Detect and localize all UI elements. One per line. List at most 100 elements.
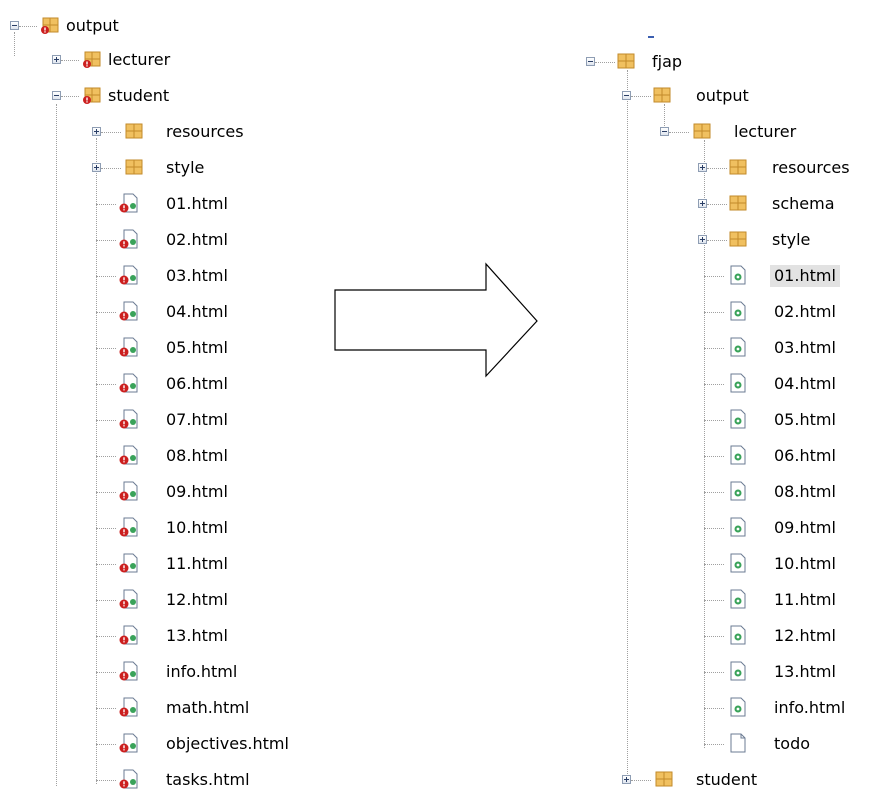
expand-expander-icon[interactable] bbox=[698, 235, 707, 244]
right-file-row-todo[interactable]: todo bbox=[704, 732, 814, 756]
file-label: 10.html bbox=[774, 554, 836, 573]
left-file-row[interactable]: 07.html bbox=[96, 408, 232, 432]
file-label: 05.html bbox=[166, 338, 228, 357]
expand-expander-icon[interactable] bbox=[698, 199, 707, 208]
right-file-row[interactable]: 11.html bbox=[704, 588, 840, 612]
html-file-error-icon bbox=[119, 301, 138, 321]
right-file-row[interactable]: 12.html bbox=[704, 624, 840, 648]
left-file-row[interactable]: objectives.html bbox=[96, 732, 293, 756]
file-label: 08.html bbox=[166, 446, 228, 465]
file-label: 06.html bbox=[166, 374, 228, 393]
right-file-row[interactable]: 03.html bbox=[704, 336, 840, 360]
file-label: 03.html bbox=[774, 338, 836, 357]
package-folder-icon bbox=[655, 771, 673, 787]
right-file-row[interactable]: 02.html bbox=[704, 300, 840, 324]
file-label: info.html bbox=[774, 698, 846, 717]
left-file-row[interactable]: 09.html bbox=[96, 480, 232, 504]
file-label: 03.html bbox=[166, 266, 228, 285]
right-file-row[interactable]: 09.html bbox=[704, 516, 840, 540]
right-file-row[interactable]: 06.html bbox=[704, 444, 840, 468]
file-label: 12.html bbox=[774, 626, 836, 645]
left-node-resources[interactable]: resources bbox=[92, 120, 248, 144]
right-file-row[interactable]: 08.html bbox=[704, 480, 840, 504]
right-file-row[interactable]: 04.html bbox=[704, 372, 840, 396]
left-file-row[interactable]: 10.html bbox=[96, 516, 232, 540]
package-folder-error-icon bbox=[83, 87, 101, 104]
file-label: 09.html bbox=[166, 482, 228, 501]
html-file-error-icon bbox=[119, 337, 138, 357]
package-folder-icon bbox=[729, 195, 747, 211]
expand-expander-icon[interactable] bbox=[52, 55, 61, 64]
collapse-expander-icon[interactable] bbox=[622, 91, 631, 100]
node-label: output bbox=[696, 86, 749, 105]
right-file-row[interactable]: 13.html bbox=[704, 660, 840, 684]
html-file-icon bbox=[730, 409, 746, 429]
html-file-error-icon bbox=[119, 193, 138, 213]
collapse-expander-icon[interactable] bbox=[586, 57, 595, 66]
left-file-row[interactable]: 11.html bbox=[96, 552, 232, 576]
package-folder-icon bbox=[729, 159, 747, 175]
left-file-row[interactable]: info.html bbox=[96, 660, 241, 684]
package-folder-icon bbox=[653, 87, 671, 103]
file-label: 07.html bbox=[166, 410, 228, 429]
package-folder-icon bbox=[693, 123, 711, 139]
blank-file-icon bbox=[730, 733, 746, 753]
expand-expander-icon[interactable] bbox=[92, 163, 101, 172]
right-file-row[interactable]: 01.html bbox=[704, 264, 840, 288]
right-node-lecturer[interactable]: lecturer bbox=[660, 120, 800, 144]
left-node-style[interactable]: style bbox=[92, 156, 208, 180]
top-artifact-mark bbox=[648, 36, 654, 38]
html-file-icon bbox=[730, 265, 746, 285]
file-label: 11.html bbox=[774, 590, 836, 609]
html-file-error-icon bbox=[119, 373, 138, 393]
html-file-icon bbox=[730, 553, 746, 573]
left-file-row[interactable]: 12.html bbox=[96, 588, 232, 612]
left-file-row[interactable]: 05.html bbox=[96, 336, 232, 360]
left-file-row[interactable]: 04.html bbox=[96, 300, 232, 324]
file-label: 13.html bbox=[166, 626, 228, 645]
collapse-expander-icon[interactable] bbox=[660, 127, 669, 136]
file-label: tasks.html bbox=[166, 770, 250, 789]
right-file-row[interactable]: info.html bbox=[704, 696, 849, 720]
collapse-expander-icon[interactable] bbox=[10, 21, 19, 30]
package-folder-icon bbox=[729, 231, 747, 247]
right-node-style[interactable]: style bbox=[698, 228, 814, 252]
left-file-row[interactable]: tasks.html bbox=[96, 768, 254, 792]
right-node-fjap[interactable]: fjap bbox=[586, 50, 686, 74]
right-node-resources[interactable]: resources bbox=[698, 156, 854, 180]
node-label: schema bbox=[772, 194, 835, 213]
expand-expander-icon[interactable] bbox=[698, 163, 707, 172]
right-file-row[interactable]: 10.html bbox=[704, 552, 840, 576]
expand-expander-icon[interactable] bbox=[622, 775, 631, 784]
file-label: 12.html bbox=[166, 590, 228, 609]
html-file-error-icon bbox=[119, 553, 138, 573]
html-file-error-icon bbox=[119, 517, 138, 537]
html-file-icon bbox=[730, 373, 746, 393]
left-file-row[interactable]: 13.html bbox=[96, 624, 232, 648]
package-folder-icon bbox=[125, 123, 143, 139]
right-file-row[interactable]: 05.html bbox=[704, 408, 840, 432]
right-node-schema[interactable]: schema bbox=[698, 192, 839, 216]
file-label: 11.html bbox=[166, 554, 228, 573]
left-file-row[interactable]: 02.html bbox=[96, 228, 232, 252]
node-label: style bbox=[166, 158, 205, 177]
node-label: fjap bbox=[652, 52, 683, 71]
right-node-output[interactable]: output bbox=[622, 84, 753, 108]
right-node-student[interactable]: student bbox=[622, 768, 761, 792]
left-file-row[interactable]: 06.html bbox=[96, 372, 232, 396]
left-file-row[interactable]: math.html bbox=[96, 696, 253, 720]
expand-expander-icon[interactable] bbox=[92, 127, 101, 136]
left-node-output[interactable]: output bbox=[10, 14, 123, 38]
left-node-student[interactable]: student bbox=[52, 84, 173, 108]
left-file-row[interactable]: 01.html bbox=[96, 192, 232, 216]
collapse-expander-icon[interactable] bbox=[52, 91, 61, 100]
node-label: resources bbox=[166, 122, 244, 141]
html-file-icon bbox=[730, 589, 746, 609]
file-label: 10.html bbox=[166, 518, 228, 537]
left-file-row[interactable]: 08.html bbox=[96, 444, 232, 468]
file-label: 01.html bbox=[770, 265, 840, 287]
project-tree-comparison: output lecturer student resources style … bbox=[0, 0, 872, 798]
left-file-row[interactable]: 03.html bbox=[96, 264, 232, 288]
html-file-error-icon bbox=[119, 733, 138, 753]
left-node-lecturer[interactable]: lecturer bbox=[52, 48, 174, 72]
